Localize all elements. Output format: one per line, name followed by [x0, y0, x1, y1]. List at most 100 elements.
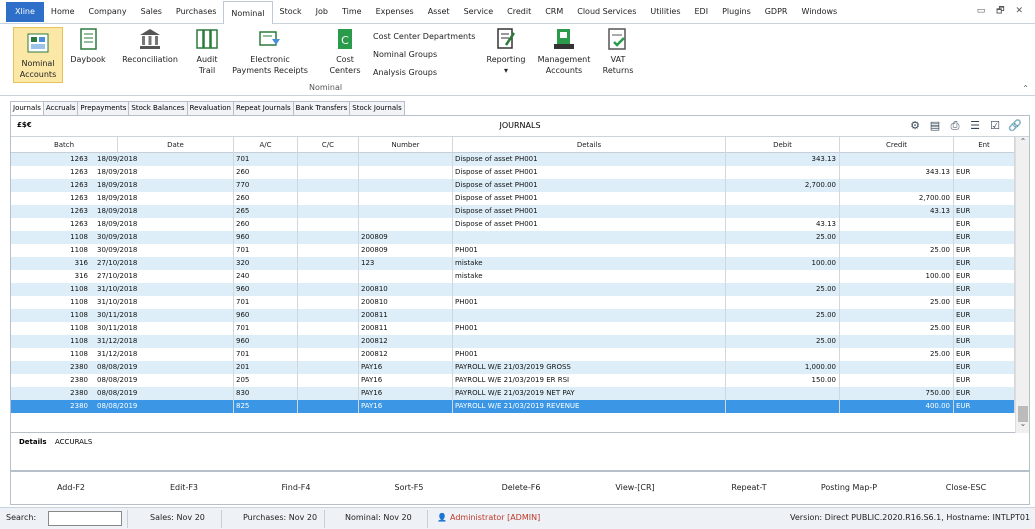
table-cell: [298, 218, 359, 231]
collapse-ribbon-icon[interactable]: ⌃: [1022, 84, 1029, 93]
tab-prepayments[interactable]: Prepayments: [77, 101, 130, 115]
panel-title: JOURNALS: [499, 121, 541, 130]
table-row[interactable]: 1263 18/09/2018 770 Dispose of asset PH001 2…: [11, 179, 1015, 192]
table-row[interactable]: 1263 18/09/2018 260 Dispose of asset PH001 3…: [11, 166, 1015, 179]
menu-item-cloud-services[interactable]: Cloud Services: [570, 0, 643, 24]
table-row[interactable]: 1108 31/12/2018 960 200812 25.00 EUR: [11, 335, 1015, 348]
column-header-details[interactable]: Details: [453, 137, 726, 153]
menu-item-crm[interactable]: CRM: [538, 0, 570, 24]
menu-item-plugins[interactable]: Plugins: [715, 0, 758, 24]
tab-stock-journals[interactable]: Stock Journals: [349, 101, 405, 115]
menu-item-job[interactable]: Job: [309, 0, 335, 24]
tab-repeat-journals[interactable]: Repeat Journals: [232, 101, 294, 115]
repeat-t-button[interactable]: Repeat-T: [714, 483, 784, 492]
view-cr-button[interactable]: View-[CR]: [600, 483, 670, 492]
electronic-payments-button[interactable]: Electronic Payments Receipts: [228, 27, 312, 76]
table-row[interactable]: 1108 31/10/2018 701 200810 PH001 25.00 EUR: [11, 296, 1015, 309]
table-row[interactable]: 1108 30/09/2018 701 200809 PH001 25.00 EUR: [11, 244, 1015, 257]
vat-returns-button[interactable]: VAT Returns: [600, 27, 636, 76]
table-cell: 25.00: [840, 348, 954, 361]
tab-revaluation[interactable]: Revaluation: [186, 101, 234, 115]
table-row[interactable]: 2380 08/08/2019 201 PAY16 PAYROLL W/E 21/03/…: [11, 361, 1015, 374]
sort-f-button[interactable]: Sort-F5: [374, 483, 444, 492]
reporting-button[interactable]: Reporting ▾: [484, 27, 528, 76]
menu-item-asset[interactable]: Asset: [421, 0, 457, 24]
menu-bar: Xline Home Company Sales Purchases Nominal Sto…: [0, 0, 1035, 25]
checkbox-icon[interactable]: ☑: [987, 119, 1003, 133]
menu-item-company[interactable]: Company: [82, 0, 134, 24]
menu-item-home[interactable]: Home: [44, 0, 82, 24]
menu-item-stock[interactable]: Stock: [273, 0, 309, 24]
tab-stock-balances[interactable]: Stock Balances: [128, 101, 188, 115]
column-header-ac[interactable]: A/C: [234, 137, 298, 153]
menu-item-expenses[interactable]: Expenses: [369, 0, 421, 24]
table-row[interactable]: 316 27/10/2018 320 123 mistake 100.00 EUR: [11, 257, 1015, 270]
print-icon[interactable]: ⎙: [947, 119, 963, 133]
find-f-button[interactable]: Find-F4: [261, 483, 331, 492]
delete-f-button[interactable]: Delete-F6: [486, 483, 556, 492]
menu-item-sales[interactable]: Sales: [134, 0, 169, 24]
tab-bank-transfers[interactable]: Bank Transfers: [292, 101, 351, 115]
table-row[interactable]: 1263 18/09/2018 701 Dispose of asset PH001 3…: [11, 153, 1015, 166]
window-controls[interactable]: ▭ 🗗 ✕: [977, 0, 1027, 24]
table-cell: 25.00: [840, 296, 954, 309]
column-header-date[interactable]: Date: [118, 137, 234, 153]
table-cell: [840, 218, 954, 231]
menu-item-xline[interactable]: Xline: [6, 1, 44, 22]
column-header-debit[interactable]: Debit: [726, 137, 840, 153]
gear-icon[interactable]: ⚙: [907, 119, 923, 133]
column-header-credit[interactable]: Credit: [840, 137, 954, 153]
table-row[interactable]: 1108 30/11/2018 701 200811 PH001 25.00 EUR: [11, 322, 1015, 335]
list-icon[interactable]: ☰: [967, 119, 983, 133]
daybook-button[interactable]: Daybook: [70, 27, 106, 65]
menu-item-gdpr[interactable]: GDPR: [758, 0, 795, 24]
column-header-cc[interactable]: C/C: [298, 137, 359, 153]
scroll-down-icon[interactable]: ⌄: [1016, 419, 1030, 428]
analysis-groups-link[interactable]: Analysis Groups: [373, 68, 437, 77]
column-header-batch[interactable]: Batch: [11, 137, 118, 153]
table-row[interactable]: 1108 31/12/2018 701 200812 PH001 25.00 EUR: [11, 348, 1015, 361]
menu-item-service[interactable]: Service: [457, 0, 501, 24]
cost-centers-button[interactable]: C Cost Centers: [328, 27, 362, 76]
menu-item-nominal[interactable]: Nominal: [223, 0, 273, 25]
table-row[interactable]: 316 27/10/2018 240 mistake 100.00 EUR: [11, 270, 1015, 283]
search-input[interactable]: [48, 511, 122, 526]
table-row[interactable]: 1108 31/10/2018 960 200810 25.00 EUR: [11, 283, 1015, 296]
posting-map-p-button[interactable]: Posting Map-P: [814, 483, 884, 492]
column-header-ent[interactable]: Ent: [954, 137, 1015, 153]
menu-item-purchases[interactable]: Purchases: [169, 0, 224, 24]
nominal-accounts-button[interactable]: Nominal Accounts: [13, 27, 63, 83]
tab-accruals[interactable]: Accruals: [42, 101, 79, 115]
table-cell: 2,700.00: [726, 179, 840, 192]
menu-item-time[interactable]: Time: [335, 0, 369, 24]
table-row[interactable]: 2380 08/08/2019 825 PAY16 PAYROLL W/E 21/03/…: [11, 400, 1015, 413]
edit-f-button[interactable]: Edit-F3: [149, 483, 219, 492]
management-accounts-button[interactable]: Management Accounts: [536, 27, 592, 76]
menu-item-utilities[interactable]: Utilities: [643, 0, 687, 24]
table-row[interactable]: 1263 18/09/2018 260 Dispose of asset PH001 2…: [11, 192, 1015, 205]
table-cell: 123: [359, 257, 453, 270]
attachment-icon[interactable]: 🔗: [1007, 119, 1023, 133]
tab-journals[interactable]: Journals: [10, 101, 44, 115]
table-row[interactable]: 1263 18/09/2018 260 Dispose of asset PH001 4…: [11, 218, 1015, 231]
details-value: ACCURALS: [55, 438, 93, 446]
table-row[interactable]: 1108 30/11/2018 960 200811 25.00 EUR: [11, 309, 1015, 322]
audit-trail-button[interactable]: Audit Trail: [192, 27, 222, 76]
table-row[interactable]: 1263 18/09/2018 265 Dispose of asset PH001 4…: [11, 205, 1015, 218]
table-row[interactable]: 2380 08/08/2019 830 PAY16 PAYROLL W/E 21/03/…: [11, 387, 1015, 400]
menu-item-windows[interactable]: Windows: [794, 0, 844, 24]
table-row[interactable]: 1108 30/09/2018 960 200809 25.00 EUR: [11, 231, 1015, 244]
close-esc-button[interactable]: Close-ESC: [931, 483, 1001, 492]
export-icon[interactable]: ▤: [927, 119, 943, 133]
table-cell: 1108: [70, 337, 88, 345]
vertical-scrollbar[interactable]: ⌃ ⌄: [1015, 137, 1029, 433]
scroll-up-icon[interactable]: ⌃: [1016, 137, 1030, 146]
menu-item-edi[interactable]: EDI: [688, 0, 716, 24]
cost-center-departments-link[interactable]: Cost Center Departments: [373, 32, 475, 41]
menu-item-credit[interactable]: Credit: [500, 0, 538, 24]
reconciliation-button[interactable]: Reconciliation: [118, 27, 182, 65]
nominal-groups-link[interactable]: Nominal Groups: [373, 50, 437, 59]
table-row[interactable]: 2380 08/08/2019 205 PAY16 PAYROLL W/E 21/03/…: [11, 374, 1015, 387]
add-f-button[interactable]: Add-F2: [36, 483, 106, 492]
column-header-number[interactable]: Number: [359, 137, 453, 153]
